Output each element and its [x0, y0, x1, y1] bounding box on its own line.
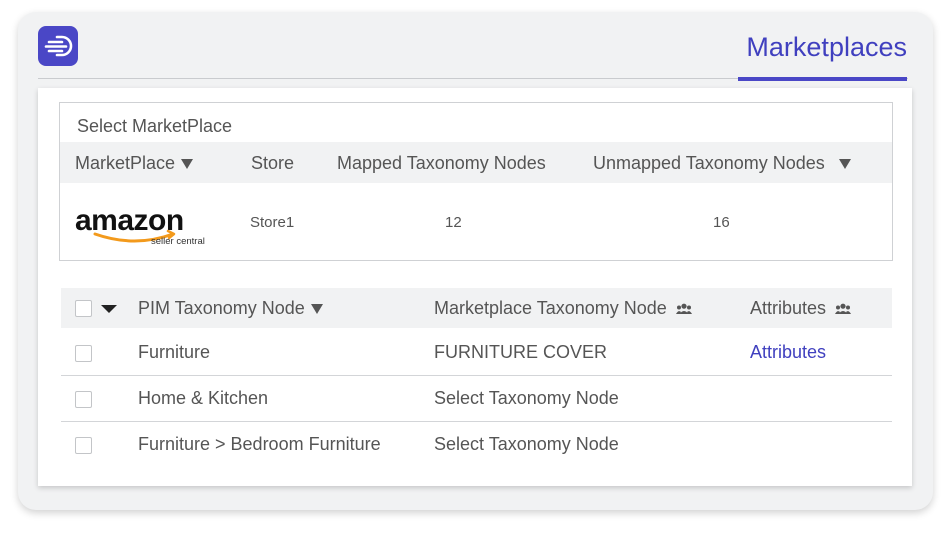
column-header-marketplace[interactable]: MarketPlace: [75, 153, 194, 174]
table-row[interactable]: Furniture > Bedroom Furniture Select Tax…: [61, 422, 892, 467]
marketplace-row[interactable]: amazon seller central Store1 12 16: [60, 183, 892, 260]
marketplace-selector: Select MarketPlace MarketPlace Store Map…: [59, 102, 893, 261]
table-row[interactable]: Furniture FURNITURE COVER Attributes: [61, 330, 892, 376]
column-header-pim-taxonomy[interactable]: PIM Taxonomy Node: [138, 298, 323, 319]
tab-marketplaces[interactable]: Marketplaces: [746, 32, 907, 63]
table-row[interactable]: Home & Kitchen Select Taxonomy Node: [61, 376, 892, 422]
bulk-actions-caret-icon[interactable]: [101, 305, 117, 313]
select-all-checkbox[interactable]: [75, 300, 92, 317]
filter-icon[interactable]: [181, 159, 194, 170]
unmapped-count: 16: [713, 214, 730, 231]
column-header-attributes[interactable]: Attributes: [750, 298, 852, 319]
group-icon: [675, 303, 692, 314]
amazon-seller-central-logo: amazon seller central: [75, 204, 205, 247]
row-checkbox[interactable]: [75, 391, 92, 408]
filter-icon[interactable]: [838, 159, 851, 170]
column-header-store[interactable]: Store: [251, 153, 294, 174]
active-tab-indicator: [738, 77, 907, 81]
marketplace-table-header: MarketPlace Store Mapped Taxonomy Nodes …: [60, 142, 892, 183]
group-icon: [835, 303, 852, 314]
marketplace-taxonomy-node[interactable]: FURNITURE COVER: [434, 342, 607, 363]
column-header-marketplace-taxonomy[interactable]: Marketplace Taxonomy Node: [434, 298, 692, 319]
column-header-unmapped[interactable]: Unmapped Taxonomy Nodes: [593, 153, 851, 174]
store-value: Store1: [250, 214, 295, 231]
pim-taxonomy-node: Furniture > Bedroom Furniture: [138, 434, 381, 454]
select-taxonomy-node-dropdown[interactable]: Select Taxonomy Node: [434, 388, 619, 409]
mapped-count: 12: [445, 214, 462, 231]
row-checkbox[interactable]: [75, 345, 92, 362]
column-header-mapped[interactable]: Mapped Taxonomy Nodes: [337, 153, 546, 174]
taxonomy-table-header: PIM Taxonomy Node Marketplace Taxonomy N…: [61, 288, 892, 328]
attributes-link[interactable]: Attributes: [750, 342, 826, 363]
app-logo-icon[interactable]: [38, 26, 78, 66]
marketplace-section-title: Select MarketPlace: [77, 116, 233, 136]
svg-text:seller central: seller central: [151, 236, 205, 247]
filter-icon[interactable]: [310, 304, 323, 315]
select-taxonomy-node-dropdown[interactable]: Select Taxonomy Node: [434, 434, 619, 455]
pim-taxonomy-node: Furniture: [138, 342, 211, 362]
content-panel: Select MarketPlace MarketPlace Store Map…: [38, 88, 912, 486]
row-checkbox[interactable]: [75, 437, 92, 454]
pim-taxonomy-node: Home & Kitchen: [138, 388, 269, 408]
